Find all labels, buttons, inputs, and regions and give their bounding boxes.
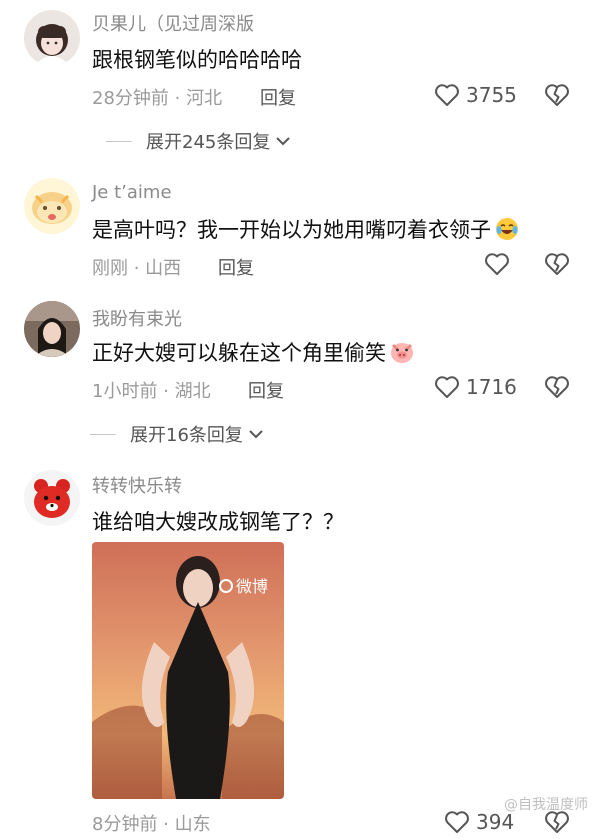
cartoon-character-avatar-icon — [24, 178, 80, 234]
like-button[interactable]: 1716 — [434, 375, 517, 399]
user-avatar[interactable] — [24, 301, 80, 357]
comment-meta: 8分钟前 · 山东 — [92, 814, 211, 835]
divider — [106, 140, 132, 142]
broken-heart-icon — [545, 253, 569, 275]
comment-1: 贝果儿（见过周深版 跟根钢笔似的哈哈哈哈 28分钟前 · 河北 回复 3755 … — [0, 0, 600, 170]
dislike-button[interactable] — [544, 82, 570, 108]
comment-text-content: 是高叶吗？我一开始以为她用嘴叼着衣领子 — [92, 218, 491, 242]
broken-heart-icon — [545, 376, 569, 398]
heart-icon — [485, 253, 509, 275]
username[interactable]: Je t’aime — [92, 182, 172, 203]
username[interactable]: 转转快乐转 — [92, 472, 182, 498]
like-button[interactable] — [484, 252, 516, 276]
image-text: 微博 — [236, 578, 268, 596]
reply-button[interactable]: 回复 — [260, 84, 296, 110]
expand-replies-label: 展开16条回复 — [130, 425, 243, 446]
comment-text: 是高叶吗？我一开始以为她用嘴叼着衣领子 — [92, 214, 520, 244]
broken-heart-icon — [545, 84, 569, 106]
comment-text: 谁给咱大嫂改成钢笔了？？ — [92, 510, 344, 534]
reply-button[interactable]: 回复 — [218, 254, 254, 280]
comment-2: Je t’aime 是高叶吗？我一开始以为她用嘴叼着衣领子 刚刚 · 山西 回复 — [0, 170, 600, 295]
comment-meta: 刚刚 · 山西 — [92, 258, 182, 279]
username[interactable]: 贝果儿（见过周深版 — [92, 10, 254, 36]
woman-in-black-dress-photo-icon: 微博 — [92, 542, 284, 799]
dislike-button[interactable] — [544, 251, 570, 277]
expand-replies-label: 展开245条回复 — [146, 132, 271, 153]
like-button[interactable]: 3755 — [434, 83, 517, 107]
comment-meta: 28分钟前 · 河北 — [92, 88, 223, 109]
laughing-tears-emoji-icon — [496, 218, 518, 240]
user-avatar[interactable] — [24, 470, 80, 526]
girl-avatar-icon — [24, 10, 80, 66]
comment-meta: 1小时前 · 湖北 — [92, 381, 211, 402]
user-avatar[interactable] — [24, 178, 80, 234]
expand-replies-button[interactable]: 展开16条回复 — [90, 421, 265, 447]
pig-emoji-icon — [391, 343, 413, 363]
like-count: 3755 — [466, 83, 517, 107]
heart-icon — [445, 811, 469, 833]
user-avatar[interactable] — [24, 10, 80, 66]
comment-text: 正好大嫂可以躲在这个角里偷笑 — [92, 337, 415, 367]
comment-image[interactable]: 微博 — [92, 542, 284, 799]
girl-photo-avatar-icon — [24, 301, 80, 357]
reply-button[interactable]: 回复 — [248, 377, 284, 403]
divider — [90, 433, 116, 435]
chevron-down-icon — [249, 430, 263, 439]
red-cartoon-bear-avatar-icon — [24, 470, 80, 526]
dislike-button[interactable] — [544, 374, 570, 400]
comment-3: 我盼有束光 正好大嫂可以躲在这个角里偷笑 1小时前 · 湖北 回复 1716 展… — [0, 295, 600, 460]
heart-icon — [435, 84, 459, 106]
comment-text: 跟根钢笔似的哈哈哈哈 — [92, 48, 302, 72]
username[interactable]: 我盼有束光 — [92, 305, 182, 331]
like-count: 1716 — [466, 375, 517, 399]
heart-icon — [435, 376, 459, 398]
chevron-down-icon — [276, 137, 291, 146]
expand-replies-button[interactable]: 展开245条回复 — [106, 128, 292, 154]
comment-4: 转转快乐转 谁给咱大嫂改成钢笔了？？ 8分钟前 · 山东 394 — [0, 460, 600, 835]
watermark: @自我温度师 — [504, 797, 588, 813]
comment-text-content: 正好大嫂可以躲在这个角里偷笑 — [92, 341, 386, 365]
